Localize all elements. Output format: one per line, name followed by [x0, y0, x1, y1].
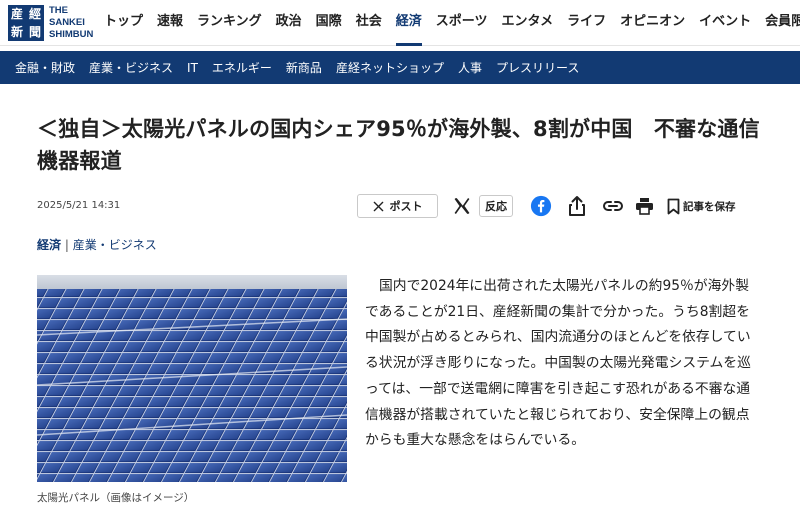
subnav-item-it[interactable]: IT [180, 61, 205, 75]
subnav-item-personnel[interactable]: 人事 [451, 59, 489, 76]
nav-item-entertainment[interactable]: エンタメ [494, 0, 560, 46]
sub-navigation: 金融・財政 産業・ビジネス IT エネルギー 新商品 産経ネットショップ 人事 … [0, 51, 800, 84]
x-logo-icon[interactable] [453, 197, 471, 215]
logo-text-line-2: SANKEI [49, 17, 85, 28]
subnav-item-new-products[interactable]: 新商品 [279, 59, 329, 76]
x-post-button[interactable]: ポスト [357, 194, 438, 218]
nav-item-economy[interactable]: 経済 [389, 0, 429, 46]
sankei-logo-mark[interactable]: 産 經 新 聞 [8, 5, 44, 41]
category-economy-link[interactable]: 経済 [37, 238, 61, 252]
photo-caption: 太陽光パネル（画像はイメージ） [37, 492, 195, 504]
facebook-icon[interactable] [530, 195, 552, 217]
nav-item-ranking[interactable]: ランキング [190, 0, 269, 46]
nav-item-international[interactable]: 国際 [309, 0, 349, 46]
nav-item-members[interactable]: 会員限定 [758, 0, 800, 46]
x-logo-icon [373, 201, 384, 212]
nav-item-politics[interactable]: 政治 [269, 0, 309, 46]
nav-item-breaking[interactable]: 速報 [150, 0, 190, 46]
top-navigation: 産 經 新 聞 THE SANKEI SHIMBUN トップ 速報 ランキング … [0, 0, 800, 46]
bookmark-icon[interactable] [667, 198, 680, 215]
nav-item-opinion[interactable]: オピニオン [613, 0, 692, 46]
solar-panel-illustration [37, 275, 347, 482]
link-icon[interactable] [602, 199, 624, 213]
reaction-button[interactable]: 反応 [479, 195, 513, 217]
article-category: 経済 | 産業・ビジネス [37, 236, 157, 253]
article-date: 2025/5/21 14:31 [37, 200, 121, 211]
solar-panel-photo[interactable] [37, 275, 347, 482]
logo-text-line-1: THE [49, 5, 68, 16]
subnav-item-finance[interactable]: 金融・財政 [8, 59, 82, 76]
print-icon[interactable] [635, 197, 654, 215]
logo-text-line-3: SHIMBUN [49, 29, 94, 40]
subnav-item-energy[interactable]: エネルギー [205, 59, 279, 76]
article-body: 国内で2024年に出荷された太陽光パネルの約95％が海外製であることが21日、産… [365, 278, 751, 449]
save-article-label[interactable]: 記事を保存 [683, 199, 736, 214]
logo-char-3: 新 [10, 25, 23, 39]
category-separator: | [64, 238, 69, 252]
nav-item-top[interactable]: トップ [97, 0, 150, 46]
article-headline: ＜独自＞太陽光パネルの国内シェア95％が海外製、8割が中国 不審な通信機器報道 [37, 117, 760, 173]
logo-char-1: 産 [10, 7, 23, 21]
sankei-logo-text[interactable]: THE SANKEI SHIMBUN [49, 5, 94, 41]
logo-char-4: 聞 [28, 25, 41, 39]
main-nav: トップ 速報 ランキング 政治 国際 社会 経済 スポーツ エンタメ ライフ オ… [97, 0, 800, 46]
nav-item-life[interactable]: ライフ [560, 0, 613, 46]
nav-item-sports[interactable]: スポーツ [429, 0, 495, 46]
subnav-item-press-release[interactable]: プレスリリース [489, 59, 586, 76]
share-toolbar: ポスト 反応 記事を保存 [357, 193, 736, 219]
nav-item-society[interactable]: 社会 [349, 0, 389, 46]
share-icon[interactable] [567, 195, 587, 217]
nav-item-event[interactable]: イベント [692, 0, 758, 46]
subnav-item-net-shop[interactable]: 産経ネットショップ [329, 59, 451, 76]
subnav-item-industry[interactable]: 産業・ビジネス [82, 59, 180, 76]
post-button-label: ポスト [389, 200, 423, 213]
logo-char-2: 經 [28, 7, 41, 21]
category-industry-link[interactable]: 産業・ビジネス [73, 238, 157, 252]
